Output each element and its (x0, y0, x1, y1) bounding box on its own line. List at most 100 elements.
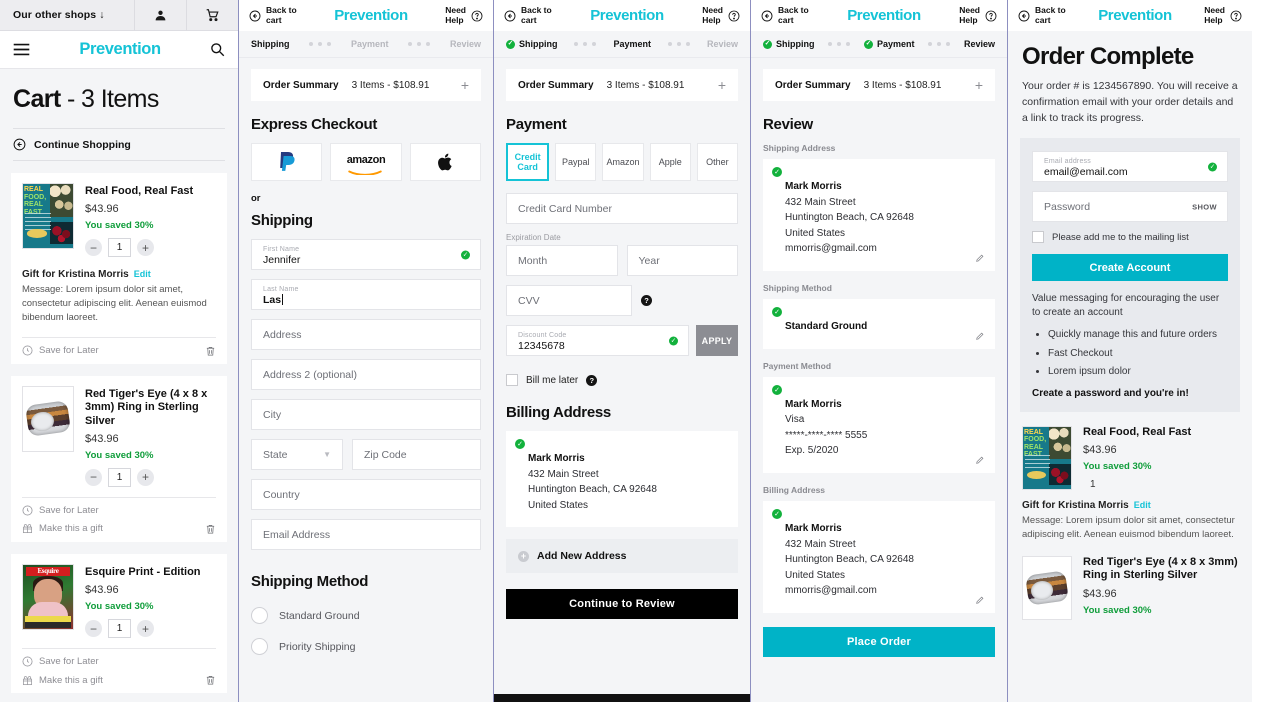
create-account-button[interactable]: Create Account (1032, 254, 1228, 282)
step-payment[interactable]: Payment (351, 39, 389, 49)
need-help-button[interactable]: Need Help (959, 5, 997, 25)
increase-quantity-button[interactable]: + (137, 239, 154, 257)
site-logo[interactable]: Prevention (552, 7, 702, 24)
show-password-button[interactable]: SHOW (1192, 202, 1217, 211)
cvv-help-icon[interactable]: ? (641, 295, 652, 306)
step-shipping[interactable]: Shipping (251, 39, 290, 49)
order-summary-bar[interactable]: Order Summary 3 Items - $108.91 + (763, 69, 995, 101)
product-name[interactable]: Esquire Print - Edition (85, 566, 216, 579)
checkbox-icon[interactable] (1032, 231, 1044, 244)
hamburger-icon[interactable] (13, 43, 30, 56)
payment-tab-amazon[interactable]: Amazon (602, 143, 644, 181)
address2-field[interactable]: Address 2 (optional) (251, 359, 481, 390)
site-logo[interactable]: Prevention (30, 40, 210, 59)
step-payment[interactable]: Payment (613, 39, 651, 49)
cart-button[interactable] (186, 0, 238, 31)
expiry-month-field[interactable]: Month (506, 245, 618, 276)
continue-shopping-link[interactable]: Continue Shopping (13, 128, 225, 161)
email-address-field[interactable]: Email address email@email.com ✓ (1032, 151, 1228, 183)
apple-pay-button[interactable] (409, 143, 481, 181)
need-help-button[interactable]: Need Help (445, 5, 483, 25)
shipping-option-priority[interactable]: Priority Shipping (239, 631, 493, 662)
make-gift-row[interactable]: Make this a gift (22, 523, 216, 542)
product-thumbnail[interactable] (1022, 555, 1072, 620)
radio-icon[interactable] (251, 638, 268, 655)
need-help-button[interactable]: Need Help (1204, 5, 1242, 25)
quantity-value[interactable]: 1 (108, 619, 131, 639)
decrease-quantity-button[interactable]: − (85, 239, 102, 257)
back-to-cart-button[interactable]: Back to cart (249, 5, 297, 25)
delete-item-icon[interactable] (205, 523, 216, 535)
delete-item-icon[interactable] (205, 674, 216, 686)
zip-field[interactable]: Zip Code (352, 439, 481, 470)
discount-code-field[interactable]: Discount Code 12345678 ✓ (506, 325, 689, 356)
checkbox-icon[interactable] (506, 374, 518, 386)
city-field[interactable]: City (251, 399, 481, 430)
continue-to-review-button[interactable]: Continue to Review (506, 589, 738, 620)
review-shipping-method-card[interactable]: ✓ Standard Ground (763, 298, 995, 349)
edit-pencil-icon[interactable] (975, 595, 985, 605)
back-to-cart-button[interactable]: Back to cart (504, 5, 552, 25)
email-field[interactable]: Email Address (251, 519, 481, 550)
edit-gift-link[interactable]: Edit (1134, 500, 1151, 510)
make-gift-row[interactable]: Make this a gift (22, 674, 216, 693)
step-review[interactable]: Review (964, 39, 995, 49)
save-for-later-row[interactable]: Save for Later (22, 498, 216, 523)
back-to-cart-button[interactable]: Back to cart (761, 5, 809, 25)
step-shipping[interactable]: ✓ Shipping (763, 39, 815, 49)
delete-item-icon[interactable] (205, 345, 216, 357)
site-logo[interactable]: Prevention (1066, 7, 1204, 24)
site-logo[interactable]: Prevention (809, 7, 959, 24)
product-thumbnail[interactable]: REALFOOD,REALFAST (22, 183, 74, 249)
step-shipping[interactable]: ✓ Shipping (506, 39, 558, 49)
increase-quantity-button[interactable]: + (137, 620, 154, 638)
radio-icon[interactable] (251, 607, 268, 624)
expiry-year-field[interactable]: Year (626, 245, 738, 276)
quantity-value[interactable]: 1 (108, 238, 131, 258)
add-new-address-button[interactable]: + Add New Address (506, 539, 738, 574)
review-payment-method-card[interactable]: ✓ Mark Morris Visa *****-****-**** 5555 … (763, 376, 995, 473)
site-logo[interactable]: Prevention (297, 7, 445, 24)
step-review[interactable]: Review (450, 39, 481, 49)
payment-tab-apple[interactable]: Apple (649, 143, 691, 181)
edit-pencil-icon[interactable] (975, 253, 985, 263)
increase-quantity-button[interactable]: + (137, 468, 154, 486)
account-button[interactable] (134, 0, 186, 31)
need-help-button[interactable]: Need Help (702, 5, 740, 25)
decrease-quantity-button[interactable]: − (85, 620, 102, 638)
other-shops-link[interactable]: Our other shops ↓ (0, 9, 134, 21)
expand-icon[interactable]: + (975, 77, 983, 93)
password-field[interactable]: Password SHOW (1032, 191, 1228, 223)
last-name-field[interactable]: Last Name Las (251, 279, 481, 310)
order-summary-bar[interactable]: Order Summary 3 Items - $108.91 + (506, 69, 738, 101)
apply-discount-button[interactable]: APPLY (696, 325, 738, 356)
order-summary-bar[interactable]: Order Summary 3 Items - $108.91 + (251, 69, 481, 101)
expand-icon[interactable]: + (461, 77, 469, 93)
bill-me-later-row[interactable]: Bill me later ? (494, 365, 750, 386)
payment-tab-credit-card[interactable]: Credit Card (506, 143, 550, 181)
edit-gift-link[interactable]: Edit (134, 269, 151, 279)
state-select[interactable]: State ▼ (251, 439, 343, 470)
amazon-pay-button[interactable]: amazon (330, 143, 402, 181)
review-shipping-address-card[interactable]: ✓ Mark Morris 432 Main Street Huntington… (763, 159, 995, 271)
product-thumbnail[interactable]: Esquire (22, 563, 74, 630)
bill-me-later-help-icon[interactable]: ? (586, 374, 598, 386)
place-order-button[interactable]: Place Order (763, 626, 995, 657)
edit-pencil-icon[interactable] (975, 455, 985, 465)
product-thumbnail[interactable] (22, 385, 74, 452)
decrease-quantity-button[interactable]: − (85, 468, 102, 486)
search-icon[interactable] (210, 42, 225, 57)
country-field[interactable]: Country (251, 479, 481, 510)
payment-tab-paypal[interactable]: Paypal (555, 143, 597, 181)
step-review[interactable]: Review (707, 39, 738, 49)
product-name[interactable]: Real Food, Real Fast (85, 185, 216, 198)
expand-icon[interactable]: + (718, 77, 726, 93)
save-for-later-row[interactable]: Save for Later (22, 338, 216, 364)
quantity-value[interactable]: 1 (108, 467, 131, 487)
product-thumbnail[interactable]: REALFOOD,REALFAST (1022, 425, 1072, 490)
step-payment[interactable]: ✓ Payment (863, 39, 915, 49)
address-field[interactable]: Address (251, 319, 481, 350)
edit-pencil-icon[interactable] (975, 331, 985, 341)
payment-tab-other[interactable]: Other (696, 143, 739, 181)
cvv-field[interactable]: CVV (506, 285, 632, 316)
